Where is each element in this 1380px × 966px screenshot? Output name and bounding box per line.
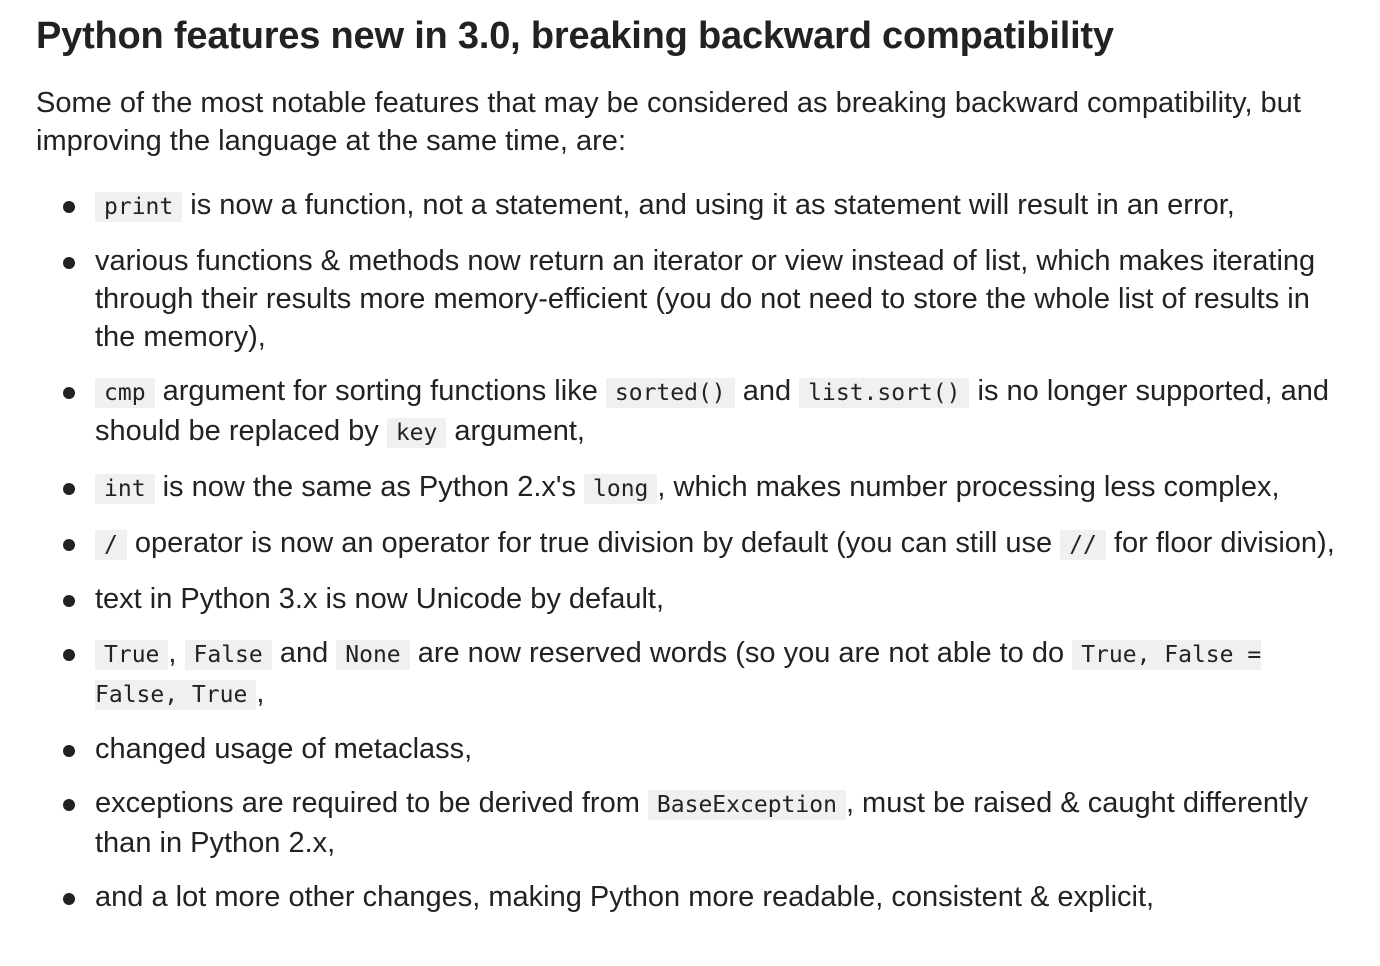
inline-code: True	[95, 640, 169, 670]
item-text: for floor division),	[1105, 527, 1335, 559]
article-section: Python features new in 3.0, breaking bac…	[0, 0, 1380, 916]
feature-list-item: changed usage of metaclass,	[36, 730, 1350, 768]
item-text: ,	[256, 677, 265, 709]
inline-code: False	[184, 640, 272, 670]
inline-code: print	[95, 192, 183, 222]
item-text: exceptions are required to be derived fr…	[95, 787, 648, 819]
feature-list: print is now a function, not a statement…	[36, 186, 1350, 916]
item-text: ,	[168, 637, 185, 669]
feature-list-item: print is now a function, not a statement…	[36, 186, 1350, 226]
item-text: are now reserved words (so you are not a…	[409, 637, 1073, 669]
inline-code: list.sort()	[799, 378, 970, 408]
feature-list-item: cmp argument for sorting functions like …	[36, 372, 1350, 452]
inline-code: long	[584, 474, 658, 504]
inline-code: BaseException	[647, 790, 846, 820]
intro-paragraph: Some of the most notable features that m…	[36, 87, 1301, 157]
inline-code: cmp	[95, 378, 155, 408]
inline-code: None	[336, 640, 410, 670]
feature-list-item: / operator is now an operator for true d…	[36, 524, 1350, 564]
inline-code: /	[95, 530, 127, 560]
inline-code: int	[95, 474, 155, 504]
item-text: , which makes number processing less com…	[657, 471, 1280, 503]
section-heading: Python features new in 3.0, breaking bac…	[36, 15, 1114, 57]
feature-list-item: True, False and None are now reserved wo…	[36, 634, 1350, 714]
item-text: argument,	[446, 415, 585, 447]
inline-code: //	[1060, 530, 1106, 560]
item-text: changed usage of metaclass,	[95, 733, 473, 765]
item-text: is now a function, not a statement, and …	[182, 189, 1235, 221]
feature-list-item: int is now the same as Python 2.x's long…	[36, 468, 1350, 508]
item-text: and	[271, 637, 337, 669]
feature-list-item: text in Python 3.x is now Unicode by def…	[36, 580, 1350, 618]
feature-list-item: exceptions are required to be derived fr…	[36, 784, 1350, 862]
item-text: is now the same as Python 2.x's	[154, 471, 585, 503]
item-text: and a lot more other changes, making Pyt…	[95, 881, 1155, 913]
inline-code: sorted()	[605, 378, 735, 408]
feature-list-item: various functions & methods now return a…	[36, 242, 1350, 356]
feature-list-item: and a lot more other changes, making Pyt…	[36, 878, 1350, 916]
item-text: argument for sorting functions like	[154, 375, 606, 407]
item-text: and	[734, 375, 800, 407]
inline-code: key	[386, 418, 447, 448]
item-text: operator is now an operator for true div…	[126, 527, 1061, 559]
item-text: text in Python 3.x is now Unicode by def…	[95, 583, 665, 615]
item-text: various functions & methods now return a…	[95, 245, 1316, 353]
